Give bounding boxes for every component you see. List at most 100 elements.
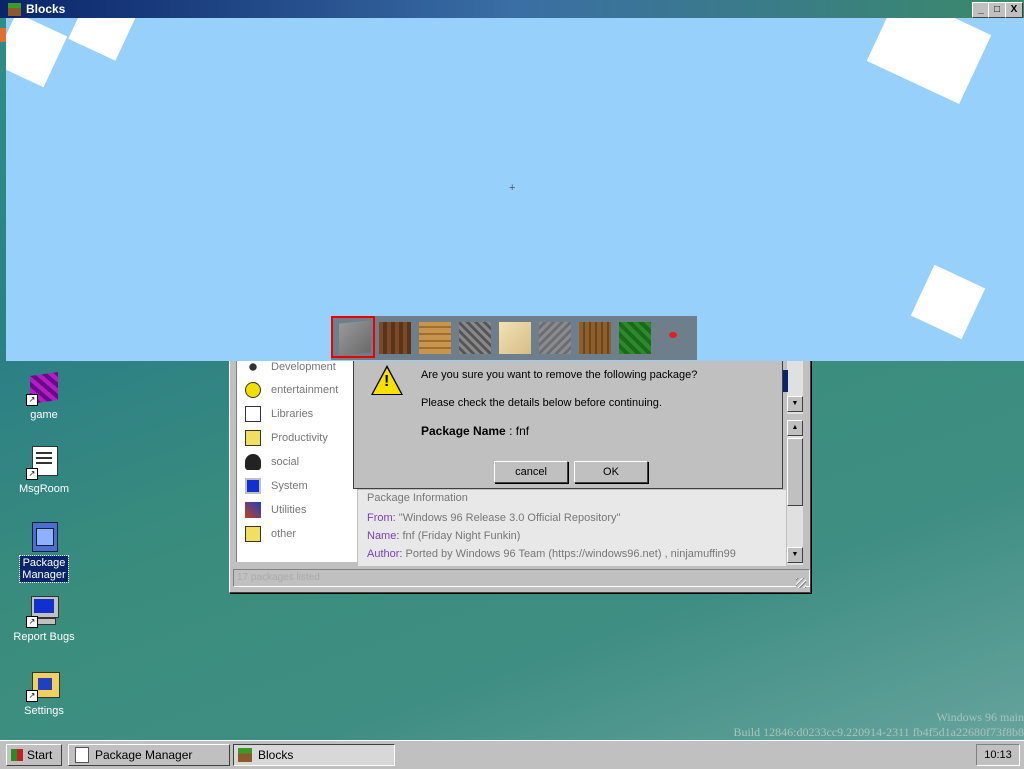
taskbar-item-package-manager[interactable]: Package Manager: [68, 744, 230, 766]
scroll-up-button[interactable]: ▲: [787, 420, 803, 436]
package-name-value: : fnf: [505, 424, 530, 438]
category-label: Development: [271, 361, 336, 373]
dialog-hint: Please check the details below before co…: [421, 397, 662, 409]
grass-block-icon: [238, 748, 252, 762]
package-list-scrollbar[interactable]: ▼: [787, 356, 803, 414]
info-header: Package Information: [367, 492, 468, 504]
desktop-icon-report-bugs[interactable]: ↗ Report Bugs: [7, 594, 81, 644]
crosshair: +: [509, 182, 516, 194]
category-social[interactable]: social: [245, 453, 299, 471]
game-viewport[interactable]: +: [6, 18, 1024, 361]
category-other[interactable]: other: [245, 525, 296, 543]
package-name-label: Package Name: [421, 424, 506, 438]
watermark-line2: Build 12846:d0233cc9.220914-2311 fb4f5d1…: [733, 725, 1024, 739]
ok-button[interactable]: OK: [574, 461, 648, 483]
confirm-remove-dialog[interactable]: ! Are you sure you want to remove the fo…: [353, 355, 783, 489]
start-icon: [11, 749, 23, 761]
hotbar-slot-planks-icon[interactable]: [419, 322, 451, 354]
hotbar-slot-sand-icon[interactable]: [499, 322, 531, 354]
social-icon: [245, 454, 261, 470]
desktop-icon-label: Settings: [24, 705, 64, 717]
start-label: Start: [27, 748, 53, 762]
other-icon: [245, 526, 261, 542]
name-value: fnf (Friday Night Funkin): [402, 530, 521, 542]
author-label: Author:: [367, 548, 403, 560]
blocks-window[interactable]: Blocks _ □ X +: [0, 0, 1024, 361]
start-button[interactable]: Start: [6, 744, 62, 766]
libraries-icon: [245, 406, 261, 422]
category-label: System: [271, 480, 308, 492]
category-system[interactable]: System: [245, 477, 308, 495]
maximize-button[interactable]: □: [988, 2, 1006, 18]
grass-block-icon: [8, 3, 21, 16]
blocks-titlebar[interactable]: Blocks _ □ X: [0, 0, 1024, 18]
desktop-icon-label: game: [30, 409, 58, 421]
scroll-down-button[interactable]: ▼: [787, 547, 803, 563]
computer-icon: [245, 478, 261, 494]
hotbar-selection: [331, 316, 375, 358]
from-label: From:: [367, 512, 396, 524]
hotbar-slot-dirt-icon[interactable]: [379, 322, 411, 354]
desktop-icon-label: Report Bugs: [13, 631, 75, 643]
info-scrollbar[interactable]: ▲ ▼: [787, 420, 803, 565]
computer-icon: ↗: [26, 594, 60, 628]
hotbar-slot-gravel-icon[interactable]: [539, 322, 571, 354]
package-information-panel: Package Information From: "Windows 96 Re…: [358, 490, 786, 566]
author-value: Ported by Windows 96 Team (https://windo…: [405, 548, 736, 560]
smiley-icon: [245, 382, 261, 398]
dialog-question: Are you sure you want to remove the foll…: [421, 369, 698, 381]
resize-grip[interactable]: [796, 578, 806, 588]
cloud: [910, 264, 986, 340]
desktop-icon-msgroom[interactable]: ↗ MsgRoom: [7, 446, 81, 496]
cloud: [68, 18, 136, 61]
watermark-line1: Windows 96 main: [936, 710, 1024, 724]
info-from: From: "Windows 96 Release 3.0 Official R…: [367, 512, 620, 524]
category-label: social: [271, 456, 300, 468]
hotbar[interactable]: [331, 316, 697, 360]
category-label: Libraries: [271, 408, 314, 420]
status-bar: 17 packages listed: [233, 569, 810, 587]
info-name: Name: fnf (Friday Night Funkin): [367, 530, 520, 542]
category-libraries[interactable]: Libraries: [245, 405, 313, 423]
productivity-icon: [245, 430, 261, 446]
dialog-package-name: Package Name : fnf: [421, 424, 529, 438]
hotbar-slot-wood-icon[interactable]: [579, 322, 611, 354]
cancel-button[interactable]: cancel: [494, 461, 568, 483]
warning-icon-mark: !: [384, 373, 390, 390]
category-label: other: [271, 528, 297, 540]
hotbar-slot-leaves-icon[interactable]: [619, 322, 651, 354]
taskbar: Start Package Manager Blocks 10:13: [0, 740, 1024, 769]
category-label: Utilities: [271, 504, 307, 516]
desktop-icon-package-manager[interactable]: Package Manager: [7, 520, 81, 583]
info-author: Author: Ported by Windows 96 Team (https…: [367, 548, 736, 560]
desktop-icon-label: Package Manager: [19, 555, 69, 583]
hotbar-slot-flower-icon[interactable]: [669, 332, 677, 338]
window-title: Blocks: [26, 2, 66, 16]
desktop-icon-game[interactable]: ↗ game: [7, 372, 81, 422]
close-button[interactable]: X: [1005, 2, 1023, 18]
category-productivity[interactable]: Productivity: [245, 429, 328, 447]
hotbar-slot-cobblestone-icon[interactable]: [459, 322, 491, 354]
development-icon: [245, 359, 261, 375]
category-label: Productivity: [271, 432, 328, 444]
msgroom-icon: ↗: [26, 446, 60, 480]
package-manager-icon: [75, 747, 89, 763]
package-manager-icon: [28, 520, 60, 552]
desktop-icon-settings[interactable]: ↗ Settings: [7, 668, 81, 718]
desktop-icon-label: MsgRoom: [18, 483, 70, 495]
scroll-thumb[interactable]: [787, 438, 803, 506]
game-icon: ↗: [26, 372, 60, 406]
settings-icon: ↗: [26, 668, 60, 702]
build-watermark: Windows 96 main Build 12846:d0233cc9.220…: [733, 710, 1024, 740]
category-utilities[interactable]: Utilities: [245, 501, 306, 519]
category-entertainment[interactable]: entertainment: [245, 381, 338, 399]
clock: 10:13: [976, 744, 1020, 766]
taskbar-item-label: Blocks: [258, 748, 294, 762]
taskbar-item-blocks[interactable]: Blocks: [233, 744, 395, 766]
taskbar-item-label: Package Manager: [95, 748, 193, 762]
scroll-down-button[interactable]: ▼: [787, 396, 803, 412]
utilities-icon: [245, 502, 261, 518]
category-list[interactable]: Development entertainment Libraries Prod…: [236, 356, 357, 562]
category-label: entertainment: [271, 384, 339, 396]
cloud: [866, 18, 992, 104]
